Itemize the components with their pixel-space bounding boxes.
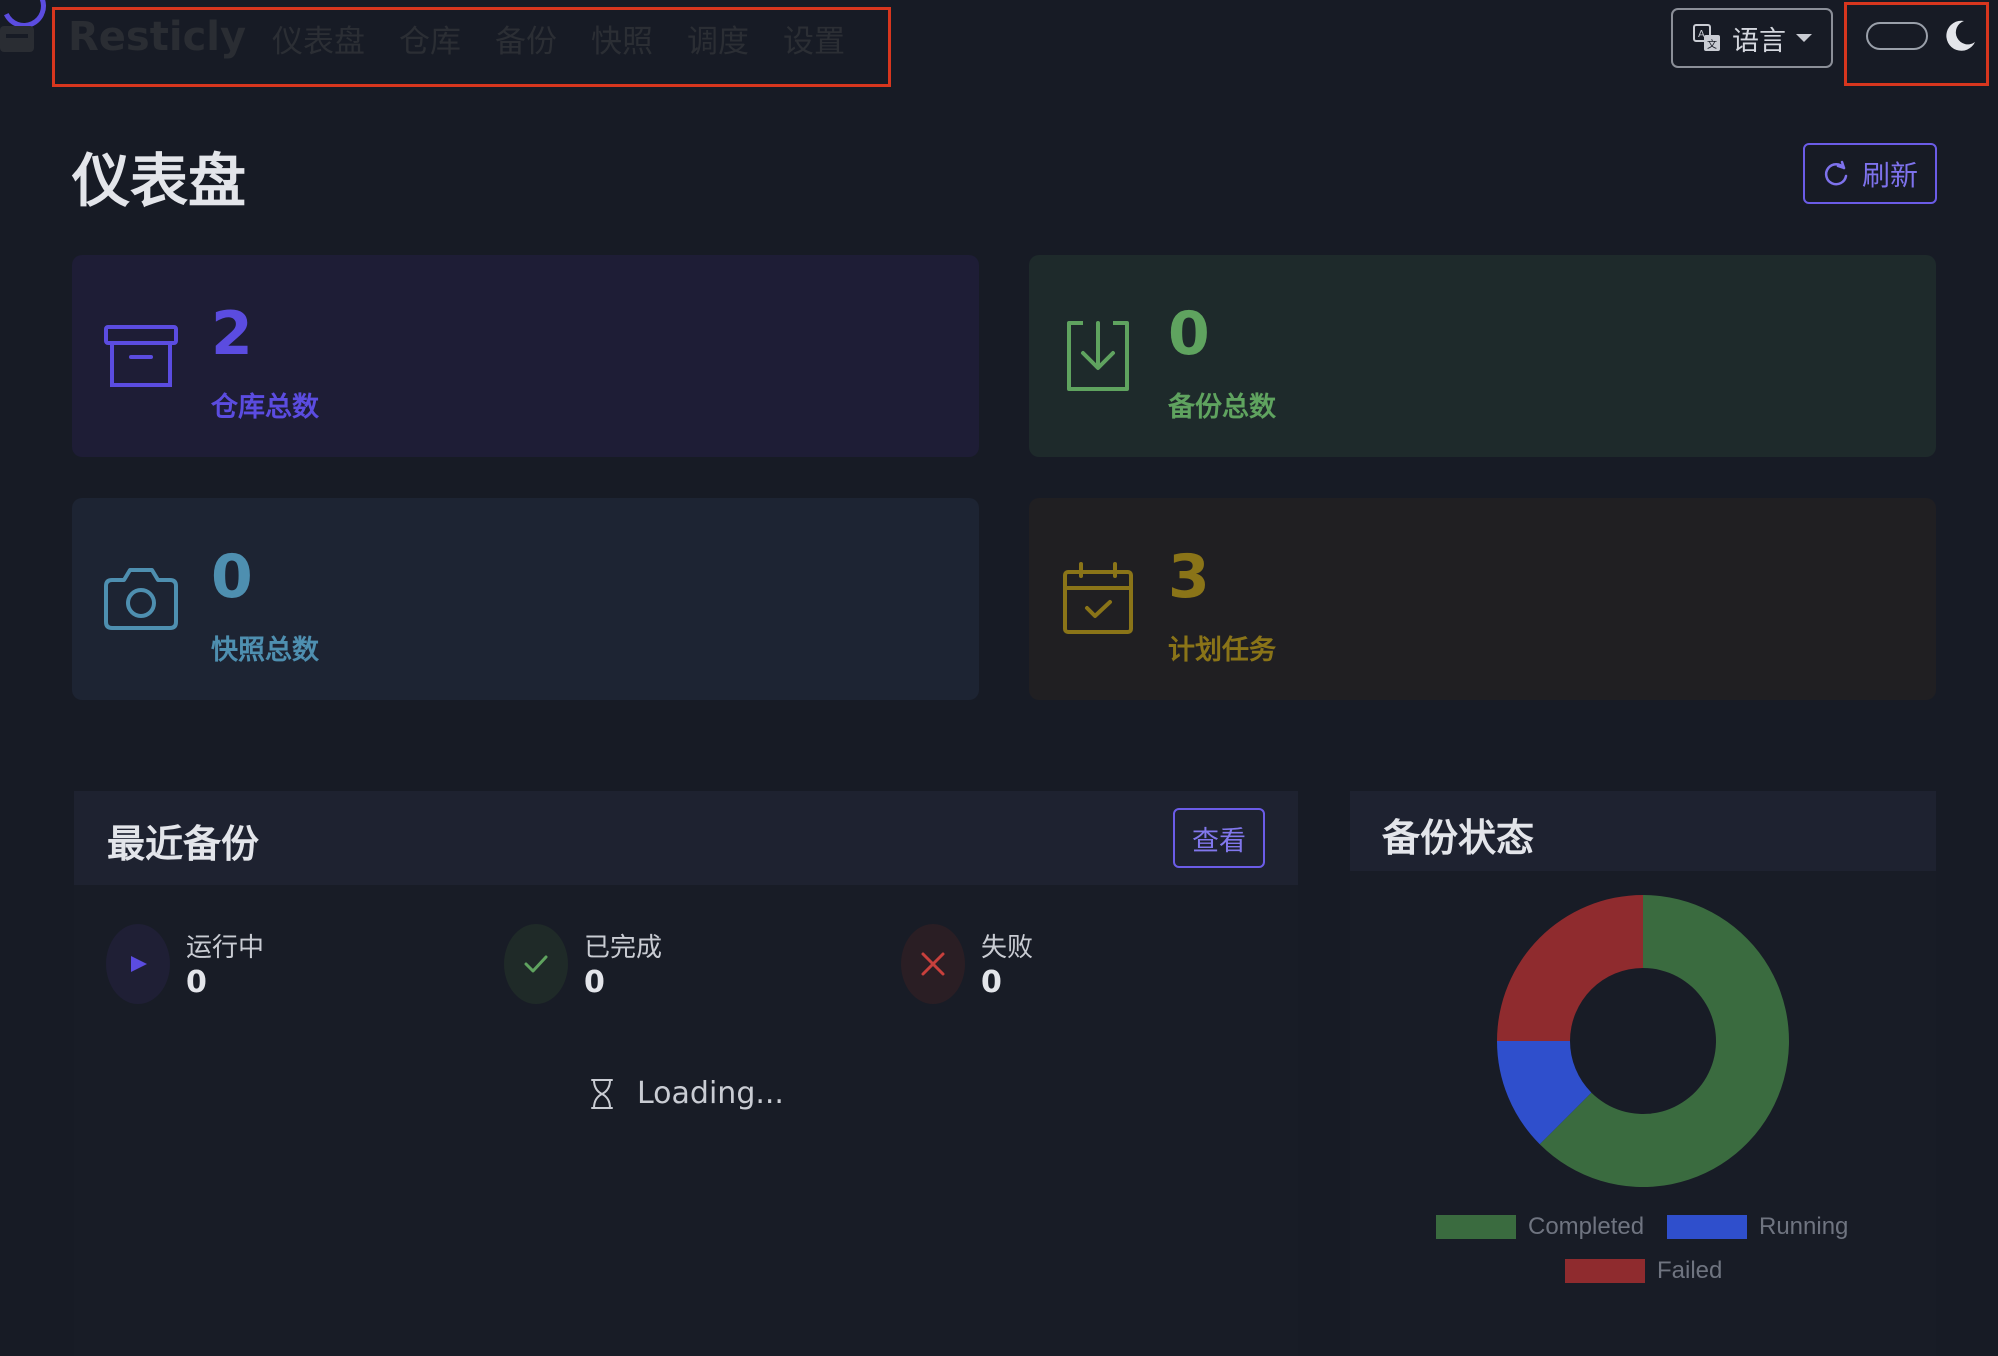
svg-text:文: 文	[1707, 38, 1717, 51]
view-backups-button[interactable]: 查看	[1173, 808, 1265, 868]
backup-status-title: 备份状态	[1382, 816, 1535, 860]
donut-slice-failed[interactable]	[1497, 895, 1643, 1041]
legend-label: Completed	[1528, 1213, 1645, 1240]
stat-card-schedules[interactable]: 3 计划任务	[1029, 498, 1936, 700]
legend-swatch	[1667, 1215, 1747, 1239]
legend-swatch	[1565, 1259, 1645, 1283]
recent-backups-panel: 最近备份 查看 运行中 0 已完成 0 失败 0 Loading...	[74, 791, 1298, 1356]
stat-label: 仓库总数	[211, 392, 319, 423]
legend-swatch	[1436, 1215, 1516, 1239]
stat-card-repositories[interactable]: 2 仓库总数	[72, 255, 979, 457]
stat-card-backups[interactable]: 0 备份总数	[1029, 255, 1936, 457]
nav-highlight-box	[52, 7, 891, 87]
language-dropdown-button[interactable]: A 文 语言	[1671, 8, 1833, 68]
stat-label: 快照总数	[211, 635, 319, 666]
chevron-down-icon	[1796, 34, 1812, 42]
refresh-label: 刷新	[1861, 158, 1918, 192]
status-count: 0	[981, 965, 1002, 1000]
status-count: 0	[186, 965, 207, 1000]
translate-icon: A 文	[1693, 24, 1720, 51]
status-name: 运行中	[186, 933, 265, 963]
refresh-button[interactable]: 刷新	[1803, 143, 1937, 204]
status-completed: 已完成 0	[504, 923, 804, 1005]
hourglass-icon	[591, 1078, 613, 1109]
language-label: 语言	[1732, 25, 1786, 57]
svg-text:A: A	[1698, 29, 1705, 40]
page-title: 仪表盘	[72, 147, 247, 215]
stat-label: 备份总数	[1168, 392, 1276, 423]
backup-status-header: 备份状态	[1350, 791, 1936, 871]
top-navbar: Resticly 仪表盘 仓库 备份 快照 调度 设置 A 文 语言	[0, 0, 1998, 87]
stat-value: 0	[1168, 299, 1210, 369]
stat-label: 计划任务	[1168, 635, 1276, 666]
stat-value: 0	[211, 542, 253, 612]
x-icon	[921, 952, 945, 976]
logo-icon	[0, 26, 34, 52]
recent-backups-header: 最近备份 查看	[74, 791, 1298, 885]
status-name: 失败	[981, 933, 1034, 963]
camera-icon	[104, 568, 178, 630]
refresh-icon	[1824, 160, 1848, 185]
loading-text: Loading...	[637, 1076, 784, 1111]
status-failed: 失败 0	[901, 923, 1201, 1005]
chart-legend: Completed Running Failed	[1350, 1213, 1936, 1313]
recent-backups-title: 最近备份	[107, 822, 260, 866]
stat-card-snapshots[interactable]: 0 快照总数	[72, 498, 979, 700]
archive-icon	[104, 325, 178, 387]
legend-item-failed[interactable]: Failed	[1565, 1257, 1722, 1285]
download-box-icon	[1067, 321, 1129, 391]
legend-item-running[interactable]: Running	[1667, 1213, 1848, 1241]
legend-label: Running	[1759, 1213, 1849, 1240]
check-icon	[524, 955, 548, 973]
backup-status-donut-chart	[1497, 895, 1789, 1187]
stat-value: 3	[1168, 542, 1210, 612]
status-failed-badge	[901, 924, 965, 1004]
legend-item-completed[interactable]: Completed	[1436, 1213, 1644, 1241]
status-running-badge	[106, 924, 170, 1004]
status-count: 0	[584, 965, 605, 1000]
calendar-check-icon	[1063, 562, 1133, 634]
backup-status-panel: 备份状态 Completed Running Failed	[1350, 791, 1936, 1356]
status-completed-badge	[504, 924, 568, 1004]
status-running: 运行中 0	[106, 923, 406, 1005]
loading-indicator: Loading...	[589, 1076, 784, 1111]
theme-highlight-box	[1844, 2, 1989, 86]
stat-value: 2	[211, 299, 253, 369]
status-name: 已完成	[584, 933, 663, 963]
play-icon	[131, 956, 147, 972]
legend-label: Failed	[1657, 1257, 1723, 1284]
